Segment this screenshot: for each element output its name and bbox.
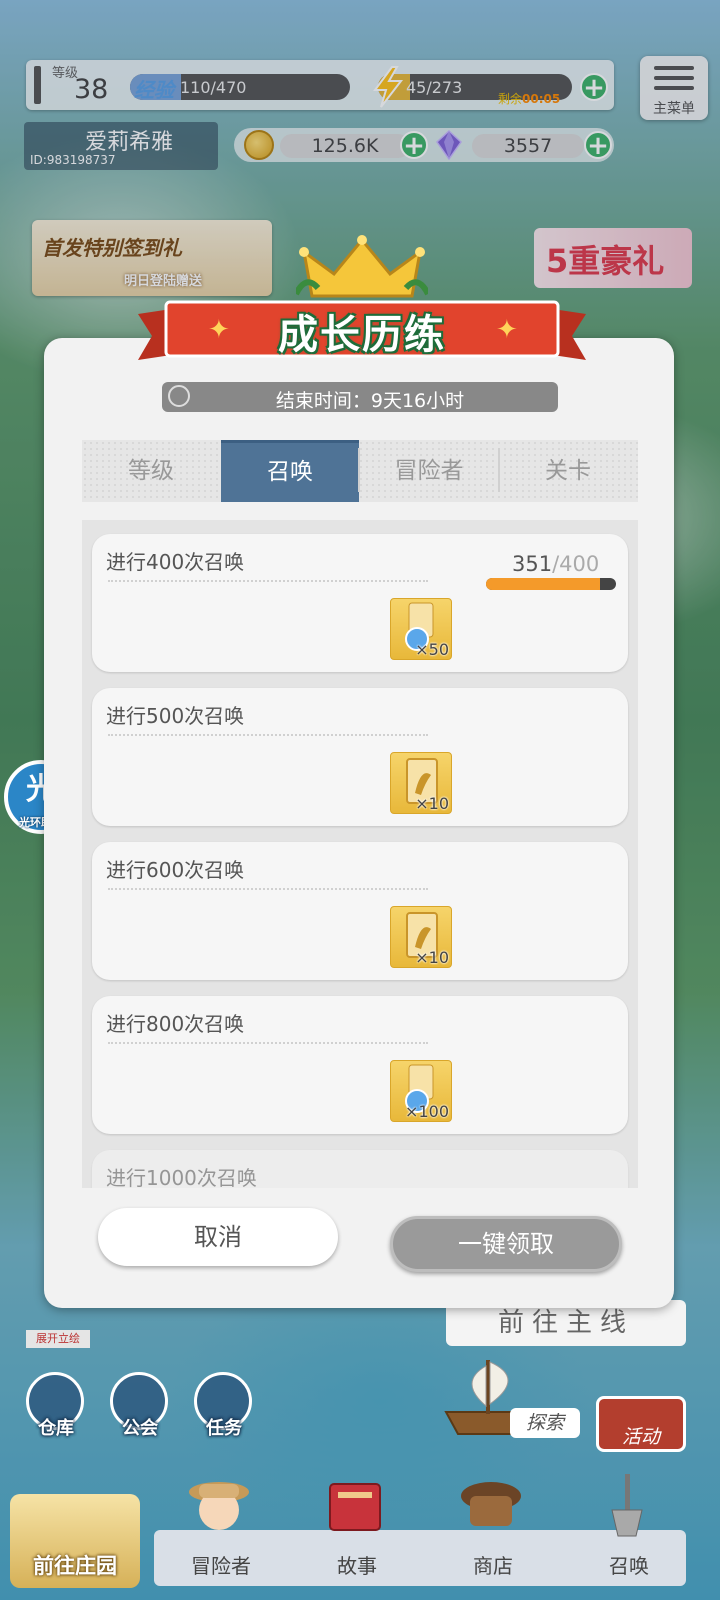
reward-count: ×100 <box>405 1102 449 1121</box>
explore-button[interactable]: 探索 <box>510 1408 580 1438</box>
crown-icon <box>296 235 428 298</box>
task-title: 进行800次召唤 <box>106 1012 245 1036</box>
tab-adventurer[interactable]: 冒险者 <box>360 440 498 502</box>
task-progress-total: /400 <box>552 552 600 576</box>
reward-count: ×10 <box>415 794 449 813</box>
cancel-button[interactable]: 取消 <box>98 1208 338 1266</box>
task-card: 进行600次召唤 ×10 <box>92 842 628 980</box>
tab-level[interactable]: 等级 <box>82 440 220 502</box>
end-time-text: 结束时间：9天16小时 <box>275 390 465 412</box>
dotted-divider <box>108 888 428 890</box>
shop-icon <box>461 1482 521 1526</box>
task-progress-text: 351/400 <box>512 552 599 576</box>
quest-label: 任务 <box>206 1418 242 1439</box>
nav-adventurer[interactable]: 冒险者 <box>166 1550 276 1579</box>
summon-broom-icon <box>611 1474 643 1537</box>
dialog-title: 成长历练 <box>278 312 446 358</box>
nav-story[interactable]: 故事 <box>302 1550 412 1579</box>
task-progress-fill <box>486 578 601 590</box>
reward-count: ×10 <box>415 948 449 967</box>
manor-label: 前往庄园 <box>33 1554 117 1578</box>
golden-ticket-icon[interactable]: ×10 <box>390 906 452 968</box>
task-title: 进行1000次召唤 <box>106 1166 257 1188</box>
task-progress-bar <box>486 578 616 590</box>
task-card: 进行800次召唤 ×100 <box>92 996 628 1134</box>
task-list[interactable]: 进行400次召唤 351/400 ×50 进行500次召唤 ×10 进行600次… <box>82 520 638 1188</box>
guild-label: 公会 <box>122 1418 158 1439</box>
golden-ticket-icon[interactable]: ×10 <box>390 752 452 814</box>
tab-summon[interactable]: 召唤 <box>221 440 359 502</box>
dotted-divider <box>108 580 428 582</box>
crystal-ticket-icon[interactable]: ×100 <box>390 1060 452 1122</box>
task-title: 进行400次召唤 <box>106 550 245 574</box>
warehouse-label: 仓库 <box>38 1418 74 1439</box>
task-progress-current: 351 <box>512 552 553 576</box>
nav-summon[interactable]: 召唤 <box>574 1550 684 1579</box>
story-book-icon <box>329 1483 381 1531</box>
dotted-divider <box>108 734 428 736</box>
crystal-ticket-icon[interactable]: ×50 <box>390 598 452 660</box>
task-title: 进行600次召唤 <box>106 858 245 882</box>
clock-icon <box>168 385 190 407</box>
activity-label: 活动 <box>621 1426 660 1448</box>
adventurer-avatar-icon <box>189 1482 249 1530</box>
task-card: 进行500次召唤 ×10 <box>92 688 628 826</box>
dotted-divider <box>108 1042 428 1044</box>
task-title: 进行500次召唤 <box>106 704 245 728</box>
tab-divider <box>358 448 360 492</box>
nav-shop[interactable]: 商店 <box>438 1550 548 1579</box>
tab-stage[interactable]: 关卡 <box>499 440 637 502</box>
task-card: 进行400次召唤 351/400 ×50 <box>92 534 628 672</box>
task-card: 进行1000次召唤 <box>92 1150 628 1188</box>
claim-all-button[interactable]: 一键领取 <box>390 1216 622 1272</box>
expand-art-button[interactable]: 展开立绘 <box>26 1330 90 1348</box>
reward-count: ×50 <box>415 640 449 659</box>
tab-divider <box>498 448 500 492</box>
